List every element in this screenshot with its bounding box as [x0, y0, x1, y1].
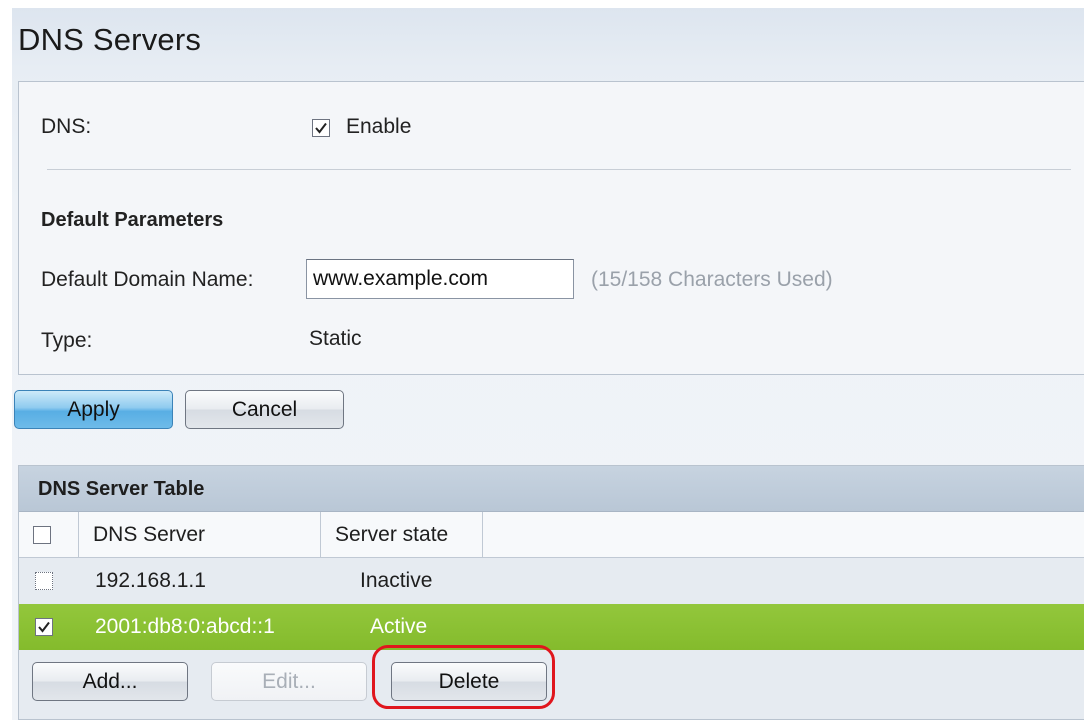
type-value: Static	[309, 327, 362, 350]
dns-label: DNS:	[41, 115, 92, 138]
row-checkbox[interactable]	[35, 618, 53, 636]
server-state-cell: Inactive	[360, 569, 433, 592]
checkmark-icon	[315, 122, 327, 134]
characters-used-hint: (15/158 Characters Used)	[591, 268, 833, 291]
delete-button[interactable]: Delete	[391, 662, 547, 701]
dns-server-cell: 192.168.1.1	[95, 569, 206, 592]
add-button[interactable]: Add...	[32, 662, 188, 701]
select-all-checkbox[interactable]	[33, 526, 51, 544]
table-row[interactable]: 192.168.1.1 Inactive	[19, 558, 1084, 604]
cancel-button[interactable]: Cancel	[185, 390, 344, 429]
dns-enable-checkbox[interactable]	[312, 119, 330, 137]
header-checkbox-cell	[19, 512, 79, 558]
divider	[47, 169, 1071, 170]
server-state-cell: Active	[370, 615, 428, 638]
row-checkbox[interactable]	[35, 572, 53, 590]
checkmark-icon	[38, 621, 50, 633]
page-title: DNS Servers	[18, 22, 202, 57]
default-domain-name-label: Default Domain Name:	[41, 268, 254, 291]
page-container: DNS Servers DNS: Enable Default Paramete…	[12, 8, 1084, 720]
dns-server-table: DNS Server Table DNS Server Server state…	[18, 465, 1084, 720]
dns-server-cell: 2001:db8:0:abcd::1	[95, 615, 275, 638]
type-label: Type:	[41, 329, 93, 352]
enable-label: Enable	[346, 115, 412, 138]
table-title-bar: DNS Server Table	[19, 466, 1084, 512]
edit-button[interactable]: Edit...	[211, 662, 367, 701]
table-row-selected[interactable]: 2001:db8:0:abcd::1 Active	[19, 604, 1084, 650]
dns-settings-panel: DNS: Enable Default Parameters Default D…	[18, 81, 1084, 375]
apply-button[interactable]: Apply	[14, 390, 173, 429]
default-domain-name-input[interactable]	[306, 259, 574, 299]
table-title: DNS Server Table	[38, 478, 205, 500]
table-header-row: DNS Server Server state	[19, 512, 1084, 558]
column-header-dns-server[interactable]: DNS Server	[79, 512, 321, 558]
column-header-server-state[interactable]: Server state	[321, 512, 483, 558]
section-heading-default-parameters: Default Parameters	[41, 209, 224, 231]
